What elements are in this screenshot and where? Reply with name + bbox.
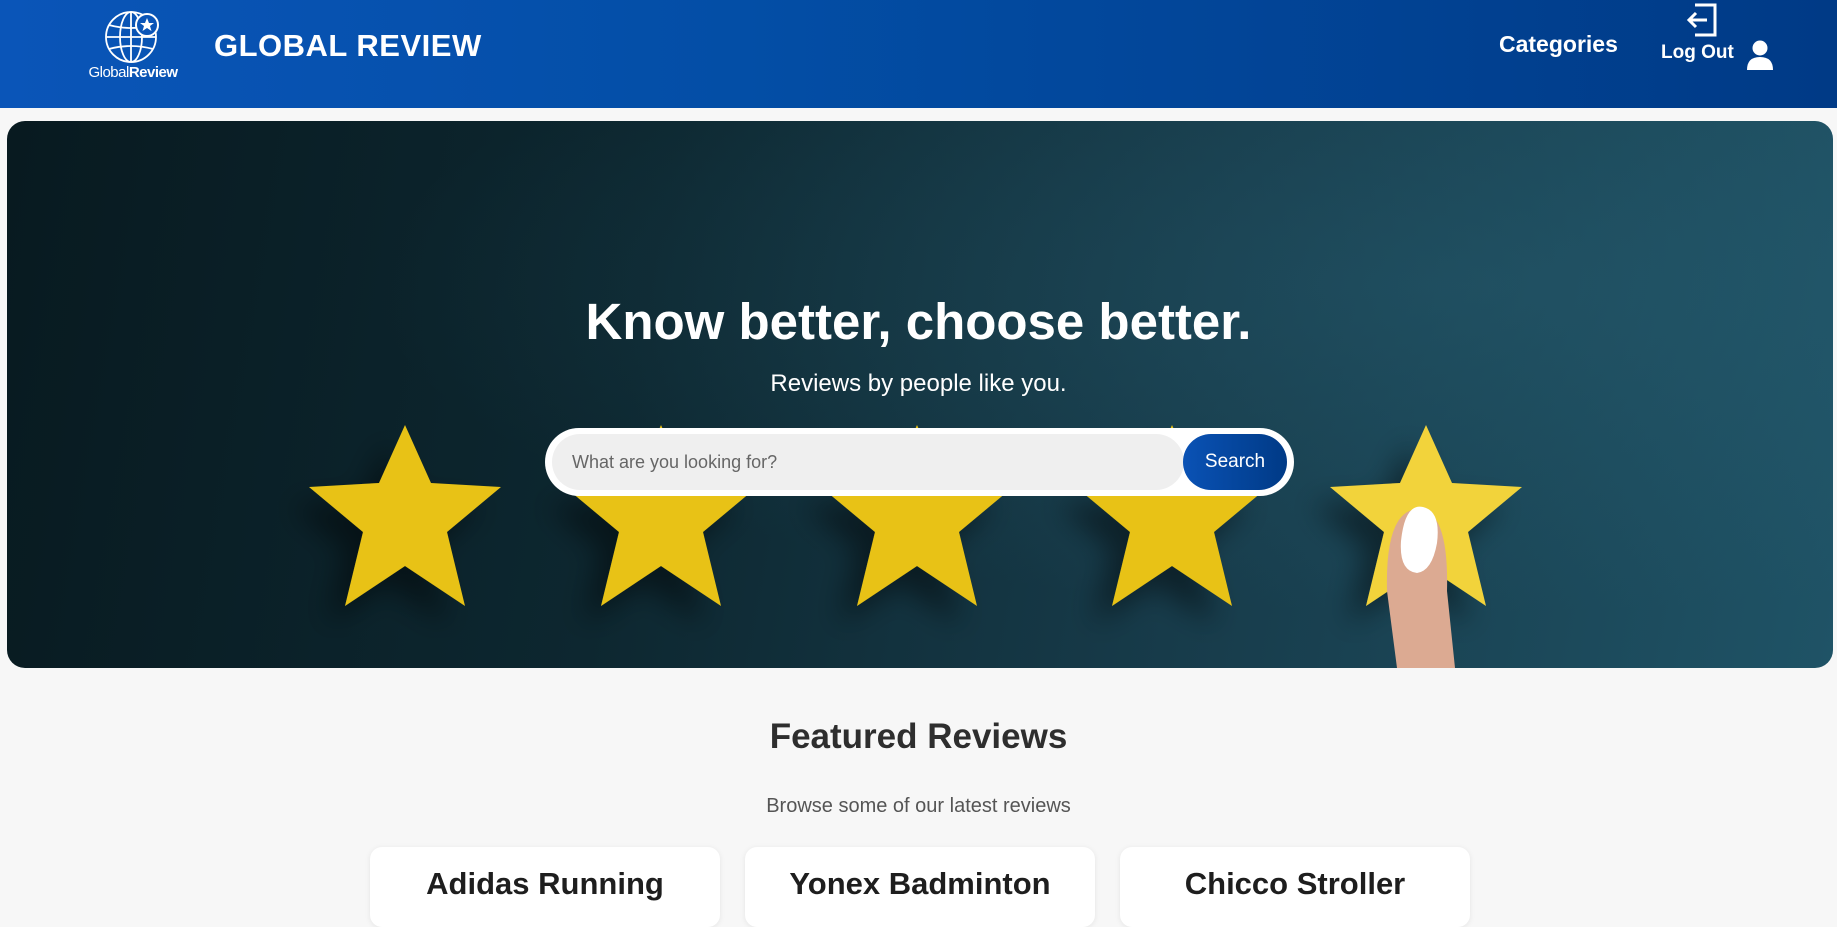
logo-text-light: Global bbox=[88, 64, 129, 81]
logo-text-bold: Review bbox=[128, 64, 178, 81]
site-logo[interactable]: GlobalReview bbox=[88, 8, 178, 86]
hero-banner: Know better, choose better. Reviews by p… bbox=[7, 121, 1833, 668]
review-card-title: Adidas Running bbox=[426, 866, 664, 901]
search-button[interactable]: Search bbox=[1183, 434, 1287, 490]
nav-categories-link[interactable]: Categories bbox=[1499, 31, 1618, 58]
featured-reviews-title: Featured Reviews bbox=[769, 717, 1068, 756]
search-input[interactable] bbox=[552, 434, 1184, 490]
search-bar: Search bbox=[545, 428, 1294, 496]
review-card[interactable]: Yonex Badminton bbox=[745, 847, 1095, 927]
logout-label: Log Out bbox=[1661, 42, 1734, 63]
review-card-title: Yonex Badminton bbox=[789, 866, 1051, 901]
review-card[interactable]: Chicco Stroller bbox=[1120, 847, 1470, 927]
logout-icon bbox=[1686, 3, 1717, 37]
hero-title: Know better, choose better. bbox=[585, 293, 1252, 350]
review-card[interactable]: Adidas Running bbox=[370, 847, 720, 927]
review-card-title: Chicco Stroller bbox=[1184, 866, 1406, 901]
site-title[interactable]: GLOBAL REVIEW bbox=[214, 28, 482, 64]
hero-subtitle: Reviews by people like you. bbox=[770, 370, 1067, 397]
featured-reviews-subtitle: Browse some of our latest reviews bbox=[766, 795, 1071, 817]
site-header: GlobalReview GLOBAL REVIEW Categories Lo… bbox=[0, 0, 1837, 108]
globe-logo-icon bbox=[105, 11, 159, 63]
user-icon[interactable] bbox=[1747, 40, 1773, 70]
